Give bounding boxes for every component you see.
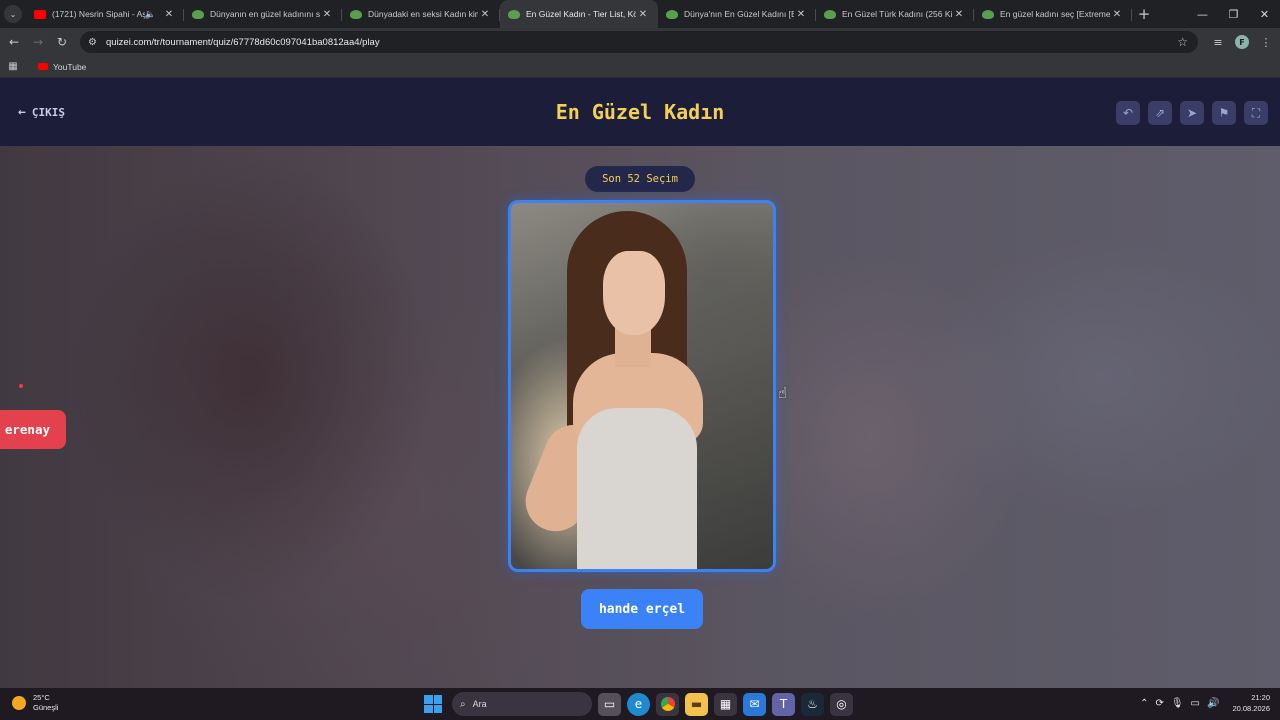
indicator-dot bbox=[19, 384, 23, 388]
tab-search-icon[interactable]: ≡ bbox=[1208, 32, 1228, 52]
tab-title: Dünya'nın En Güzel Kadını [Extr bbox=[684, 9, 794, 19]
tab-title: En Güzel Kadın - Tier List, Kör S bbox=[526, 9, 636, 19]
chrome-icon[interactable] bbox=[656, 692, 679, 716]
share-icon[interactable]: ⇗ bbox=[1148, 101, 1172, 125]
header-actions: ↶ ⇗ ➤ ⚑ ⛶ bbox=[1116, 101, 1268, 125]
forward-button[interactable]: → bbox=[26, 28, 50, 56]
contestant-photo-card[interactable] bbox=[508, 200, 776, 572]
reload-button[interactable]: ↻ bbox=[50, 28, 74, 56]
microphone-icon[interactable]: 🎙 bbox=[1171, 698, 1184, 709]
chevron-down-icon: ⌄ bbox=[9, 9, 17, 19]
quizei-icon bbox=[192, 9, 204, 19]
fullscreen-icon[interactable]: ⛶ bbox=[1244, 101, 1268, 125]
tab-search-button[interactable]: ⌄ bbox=[0, 0, 26, 28]
close-tab-icon[interactable]: ✕ bbox=[1110, 9, 1124, 20]
quizei-icon bbox=[666, 9, 678, 19]
chevron-up-icon[interactable]: ⌃ bbox=[1140, 698, 1148, 709]
date: 20.08.2026 bbox=[1232, 704, 1270, 713]
task-view-icon[interactable]: ▭ bbox=[598, 692, 621, 716]
teams-icon[interactable]: T bbox=[772, 692, 795, 716]
browser-tab[interactable]: Dünyanın en güzel kadınını seç ✕ bbox=[184, 0, 342, 28]
close-window-icon[interactable]: ✕ bbox=[1249, 0, 1280, 28]
temperature: 25°C bbox=[33, 693, 50, 702]
speaker-icon[interactable]: 🔈 bbox=[145, 9, 156, 20]
quiz-app: ← ÇIKIŞ En Güzel Kadın ↶ ⇗ ➤ ⚑ ⛶ Son 52 … bbox=[0, 78, 1280, 688]
back-button[interactable]: ← bbox=[2, 28, 26, 56]
browser-tab[interactable]: (1721) Nesrin Sipahi - Aşkın🔈 ✕ bbox=[26, 0, 184, 28]
minimize-icon[interactable]: — bbox=[1187, 0, 1218, 28]
restore-icon[interactable]: ❐ bbox=[1218, 0, 1249, 28]
microsoft-store-icon[interactable]: ▦ bbox=[714, 692, 737, 716]
youtube-icon bbox=[38, 63, 48, 70]
windows-start-icon[interactable] bbox=[424, 695, 442, 713]
contestant-photo bbox=[603, 251, 665, 335]
sun-icon bbox=[12, 696, 26, 710]
flag-icon[interactable]: ⚑ bbox=[1212, 101, 1236, 125]
browser-tab[interactable]: Dünyadaki en seksi Kadın kim ✕ bbox=[342, 0, 500, 28]
time: 21:20 bbox=[1251, 693, 1270, 702]
close-tab-icon[interactable]: ✕ bbox=[952, 9, 966, 20]
tab-title: Dünyadaki en seksi Kadın kim bbox=[368, 9, 478, 19]
search-placeholder: Ara bbox=[472, 699, 487, 709]
site-info-icon[interactable]: ⚙ bbox=[88, 37, 104, 48]
bookmarks-bar: ▦ YouTube bbox=[0, 56, 1280, 78]
quizei-icon bbox=[824, 9, 836, 19]
weather-widget[interactable]: 25°C Güneşli bbox=[12, 693, 58, 713]
quizei-icon bbox=[982, 9, 994, 19]
send-icon[interactable]: ➤ bbox=[1180, 101, 1204, 125]
steam-icon[interactable]: ♨ bbox=[801, 692, 824, 716]
close-tab-icon[interactable]: ✕ bbox=[478, 9, 492, 20]
address-bar[interactable]: ⚙ quizei.com/tr/tournament/quiz/67778d60… bbox=[80, 31, 1198, 53]
bookmark-star-icon[interactable]: ☆ bbox=[1177, 35, 1188, 49]
browser-tab-strip: ⌄ (1721) Nesrin Sipahi - Aşkın🔈✕Dünyanın… bbox=[0, 0, 1280, 28]
menu-icon[interactable]: ⋮ bbox=[1256, 32, 1276, 52]
taskbar-search[interactable]: ⌕ Ara bbox=[452, 692, 592, 716]
youtube-icon bbox=[34, 9, 46, 19]
close-tab-icon[interactable]: ✕ bbox=[320, 9, 334, 20]
window-controls: — ❐ ✕ bbox=[1187, 0, 1280, 28]
volume-icon[interactable]: 🔊 bbox=[1207, 698, 1219, 709]
display-icon[interactable]: ▭ bbox=[1191, 698, 1200, 709]
previous-choice-tag[interactable]: erenay bbox=[0, 410, 66, 449]
browser-tab[interactable]: En güzel kadını seç [Extreme E ✕ bbox=[974, 0, 1132, 28]
search-icon: ⌕ bbox=[460, 698, 466, 710]
browser-tab[interactable]: En Güzel Türk Kadını (256 Kişi) ✕ bbox=[816, 0, 974, 28]
browser-toolbar: ← → ↻ ⚙ quizei.com/tr/tournament/quiz/67… bbox=[0, 28, 1280, 56]
close-tab-icon[interactable]: ✕ bbox=[636, 9, 650, 20]
sync-icon[interactable]: ⟳ bbox=[1155, 698, 1163, 709]
app-header: ← ÇIKIŞ En Güzel Kadın ↶ ⇗ ➤ ⚑ ⛶ bbox=[0, 78, 1280, 146]
edge-icon[interactable]: e bbox=[627, 692, 650, 716]
page-title: En Güzel Kadın bbox=[555, 100, 725, 124]
hand-cursor-icon: ☝ bbox=[778, 384, 788, 402]
clock[interactable]: 21:20 20.08.2026 bbox=[1232, 692, 1270, 714]
file-explorer-icon[interactable]: ▬ bbox=[685, 692, 708, 716]
url-text: quizei.com/tr/tournament/quiz/67778d60c0… bbox=[106, 36, 380, 48]
round-indicator: Son 52 Seçim bbox=[585, 166, 695, 192]
browser-tab[interactable]: Dünya'nın En Güzel Kadını [Extr ✕ bbox=[658, 0, 816, 28]
tab-title: Dünyanın en güzel kadınını seç bbox=[210, 9, 320, 19]
quizei-icon bbox=[350, 9, 362, 19]
weather-condition: Güneşli bbox=[33, 703, 59, 712]
close-tab-icon[interactable]: ✕ bbox=[794, 9, 808, 20]
tab-title: En güzel kadını seç [Extreme E bbox=[1000, 9, 1110, 19]
app-icon[interactable]: ◎ bbox=[830, 692, 853, 716]
quizei-icon bbox=[508, 9, 520, 19]
browser-tab[interactable]: En Güzel Kadın - Tier List, Kör S✕ bbox=[500, 0, 658, 28]
choose-contestant-button[interactable]: hande erçel bbox=[581, 589, 703, 629]
bookmark-youtube[interactable]: YouTube bbox=[38, 62, 86, 72]
windows-taskbar: 25°C Güneşli ⌕ Ara ▭ e ▬ ▦ ✉ T ♨ ◎ ⌃ ⟳ 🎙… bbox=[0, 688, 1280, 720]
bookmark-label: YouTube bbox=[53, 61, 87, 72]
tab-title: (1721) Nesrin Sipahi - Aşkın bbox=[52, 9, 145, 19]
new-tab-button[interactable]: + bbox=[1132, 0, 1156, 28]
undo-icon[interactable]: ↶ bbox=[1116, 101, 1140, 125]
profile-avatar[interactable]: F bbox=[1232, 32, 1252, 52]
close-tab-icon[interactable]: ✕ bbox=[162, 9, 176, 20]
apps-grid-icon[interactable]: ▦ bbox=[0, 61, 26, 72]
system-tray: ⌃ ⟳ 🎙 ▭ 🔊 21:20 20.08.2026 bbox=[1140, 692, 1270, 714]
outlook-icon[interactable]: ✉ bbox=[743, 692, 766, 716]
tab-title: En Güzel Türk Kadını (256 Kişi) bbox=[842, 9, 952, 19]
